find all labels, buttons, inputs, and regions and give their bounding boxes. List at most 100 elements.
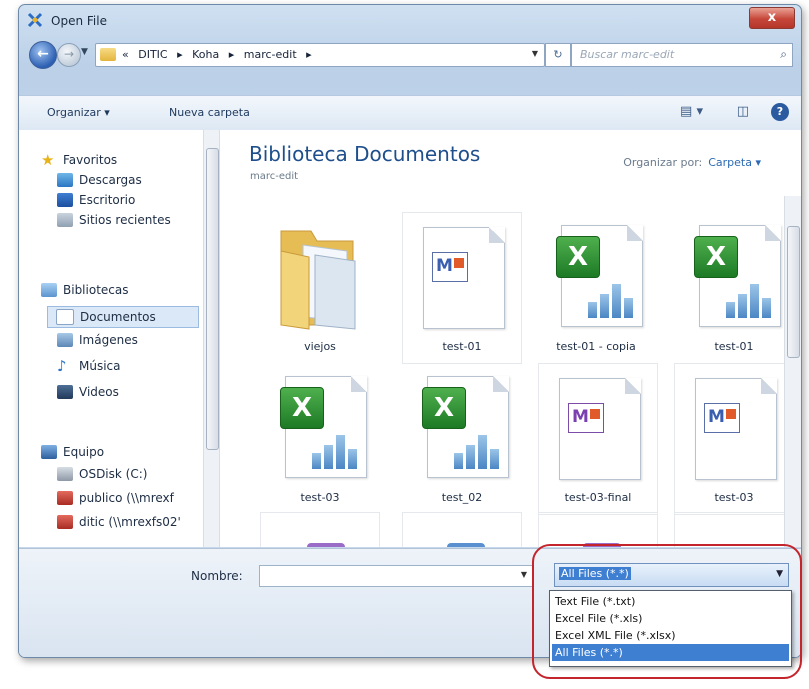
- document-icon: X: [280, 376, 367, 478]
- file-type-option-xlsx[interactable]: Excel XML File (*.xlsx): [552, 627, 789, 644]
- file-name: test-03: [714, 491, 754, 504]
- sidebar-item-label: Favoritos: [63, 153, 118, 167]
- forward-button[interactable]: →: [57, 43, 81, 67]
- file-type-dropdown-list: Text File (*.txt) Excel File (*.xls) Exc…: [549, 590, 792, 667]
- sidebar-item-label: Bibliotecas: [63, 283, 129, 297]
- sidebar-item-escritorio[interactable]: Escritorio: [57, 190, 135, 210]
- views-icon[interactable]: ▤ ▾: [680, 104, 703, 119]
- file-type-selected: All Files (*.*): [559, 567, 631, 580]
- file-name-dropdown-icon[interactable]: ▼: [521, 570, 527, 579]
- file-item-partial[interactable]: [402, 512, 522, 547]
- sidebar-scroll-thumb[interactable]: [206, 148, 219, 450]
- sidebar-item-videos[interactable]: Videos: [57, 382, 119, 402]
- sidebar-item-bibliotecas[interactable]: Bibliotecas: [41, 280, 128, 300]
- file-list-scroll-thumb[interactable]: [787, 226, 800, 358]
- chevron-down-icon[interactable]: ▼: [776, 569, 783, 579]
- document-icon: X: [422, 376, 509, 478]
- sidebar-item-imagenes[interactable]: Imágenes: [57, 330, 138, 350]
- search-placeholder: Buscar marc-edit: [580, 48, 675, 61]
- sidebar-item-descargas[interactable]: Descargas: [57, 170, 142, 190]
- sidebar-item-label: Música: [79, 359, 121, 373]
- help-icon[interactable]: ?: [771, 103, 789, 121]
- sidebar-item-favoritos[interactable]: ★ Favoritos: [41, 150, 117, 170]
- sidebar-item-label: publico (\\mrexf: [79, 491, 174, 505]
- file-item-test-01-excel[interactable]: X test-01: [674, 212, 794, 364]
- file-item-test-02[interactable]: X test_02: [402, 363, 522, 515]
- computer-icon: [41, 445, 57, 459]
- breadcrumb-marc-edit[interactable]: marc-edit: [244, 48, 297, 61]
- page-fold: [765, 225, 781, 241]
- address-row: ← → ▼ « DITIC ▸ Koha ▸ marc-edit ▸ ▼ ↻ B…: [19, 39, 801, 71]
- breadcrumb: « DITIC ▸ Koha ▸ marc-edit ▸: [122, 48, 318, 61]
- file-item-partial[interactable]: [260, 512, 380, 547]
- arrange-by: Organizar por: Carpeta ▾: [623, 156, 761, 169]
- page-fold: [625, 378, 641, 394]
- app-icon: [27, 12, 43, 28]
- file-item-viejos[interactable]: viejos: [260, 212, 380, 364]
- open-file-dialog: Open File x ← → ▼ « DITIC ▸ Koha ▸ marc-…: [18, 4, 802, 658]
- file-type-option-xls[interactable]: Excel File (*.xls): [552, 610, 789, 627]
- marc-file-icon: M: [432, 252, 468, 282]
- pictures-icon: [57, 333, 73, 347]
- file-name: test-03-final: [564, 491, 632, 504]
- file-name: test-01: [714, 340, 754, 353]
- sidebar-item-musica[interactable]: ♪ Música: [57, 356, 121, 376]
- new-folder-button[interactable]: Nueva carpeta: [169, 106, 250, 119]
- file-item-test-01-copia[interactable]: X test-01 - copia: [536, 212, 656, 364]
- file-item-partial[interactable]: [674, 512, 794, 547]
- chart-thumbnail: [726, 282, 772, 318]
- page-fold: [489, 227, 505, 243]
- sidebar-item-ditic[interactable]: ditic (\\mrexfs02': [57, 512, 181, 532]
- recent-pages-chevron-icon[interactable]: ▼: [81, 47, 88, 57]
- excel-icon: X: [422, 387, 466, 429]
- file-name-input[interactable]: ▼: [259, 565, 533, 587]
- sidebar-item-equipo[interactable]: Equipo: [41, 442, 104, 462]
- preview-pane-icon[interactable]: ◫: [737, 104, 749, 119]
- organize-button[interactable]: Organizar ▾: [47, 106, 110, 119]
- breadcrumb-separator[interactable]: ▸: [306, 48, 312, 61]
- breadcrumb-separator[interactable]: ▸: [177, 48, 183, 61]
- file-thumbnail-partial: [447, 543, 485, 547]
- file-item-test-03-marc[interactable]: M test-03: [674, 363, 794, 515]
- sidebar-item-label: ditic (\\mrexfs02': [79, 515, 181, 529]
- breadcrumb-koha[interactable]: Koha: [192, 48, 219, 61]
- back-button[interactable]: ←: [29, 41, 57, 69]
- document-icon: X: [694, 225, 781, 327]
- file-name-label: Nombre:: [191, 569, 243, 583]
- file-thumbnail-partial: [307, 543, 345, 547]
- search-input[interactable]: Buscar marc-edit ⌕: [571, 43, 793, 67]
- file-item-test-03-final[interactable]: M test-03-final: [538, 363, 658, 515]
- breadcrumb-ditic[interactable]: DITIC: [138, 48, 167, 61]
- page-fold: [627, 225, 643, 241]
- sidebar-item-documentos[interactable]: Documentos: [47, 306, 199, 328]
- excel-icon: X: [694, 236, 738, 278]
- sidebar-item-publico[interactable]: publico (\\mrexf: [57, 488, 174, 508]
- file-name: test-03: [300, 491, 340, 504]
- sidebar-item-sitios-recientes[interactable]: Sitios recientes: [57, 210, 171, 230]
- close-button[interactable]: x: [749, 7, 795, 29]
- file-item-partial[interactable]: [538, 512, 658, 547]
- folder-icon: [280, 230, 356, 330]
- search-icon[interactable]: ⌕: [780, 47, 787, 62]
- sidebar-item-osdisk[interactable]: OSDisk (C:): [57, 464, 147, 484]
- arrange-by-dropdown[interactable]: Carpeta ▾: [708, 156, 761, 169]
- file-type-option-all[interactable]: All Files (*.*): [552, 644, 789, 661]
- file-type-option-txt[interactable]: Text File (*.txt): [552, 593, 789, 610]
- breadcrumb-separator[interactable]: ▸: [229, 48, 235, 61]
- sidebar-item-label: Descargas: [79, 173, 142, 187]
- address-dropdown-icon[interactable]: ▼: [532, 49, 538, 58]
- sidebar-scrollbar[interactable]: [203, 130, 219, 547]
- file-list-scrollbar[interactable]: [784, 196, 801, 547]
- file-type-select[interactable]: All Files (*.*) ▼: [554, 563, 789, 587]
- arrange-by-label: Organizar por:: [623, 156, 703, 169]
- desktop-icon: [57, 193, 73, 207]
- sidebar-item-label: Escritorio: [79, 193, 136, 207]
- file-item-test-01-marc[interactable]: M test-01: [402, 212, 522, 364]
- refresh-button[interactable]: ↻: [545, 43, 571, 67]
- marc-file-icon: M: [704, 403, 740, 433]
- breadcrumb-overflow[interactable]: «: [122, 48, 129, 61]
- address-bar[interactable]: « DITIC ▸ Koha ▸ marc-edit ▸ ▼: [95, 43, 545, 67]
- file-item-test-03-excel[interactable]: X test-03: [260, 363, 380, 515]
- sidebar-item-label: Videos: [79, 385, 119, 399]
- command-bar: Organizar ▾ Nueva carpeta ▤ ▾ ◫ ?: [19, 95, 801, 131]
